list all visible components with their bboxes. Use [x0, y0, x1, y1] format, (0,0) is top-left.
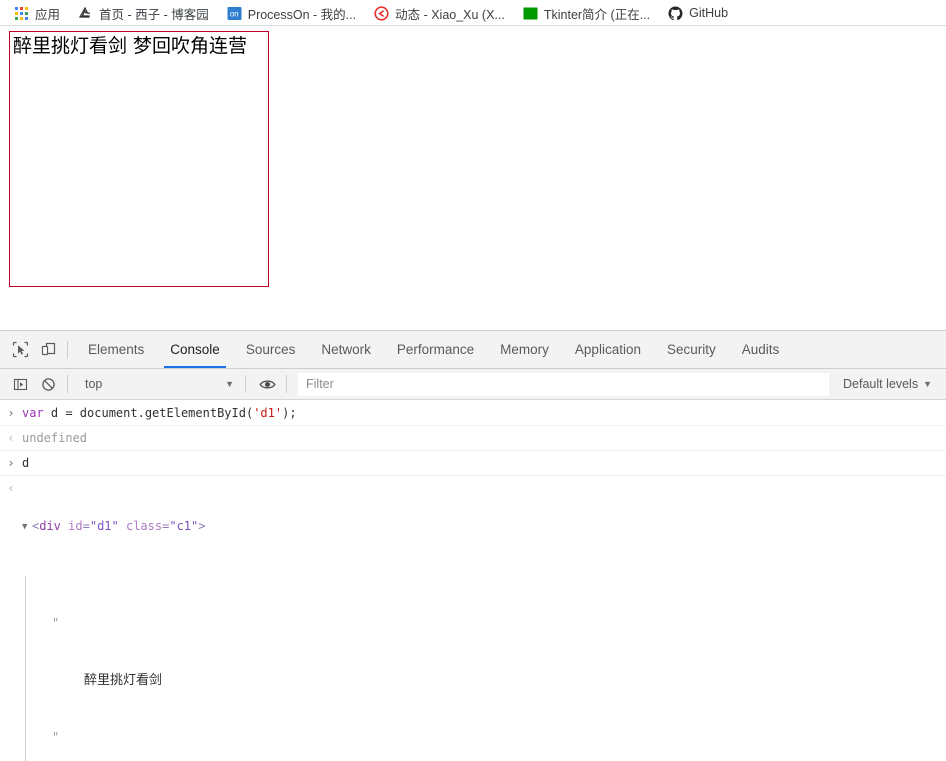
log-levels-value: Default levels [843, 377, 919, 391]
console-sidebar-icon[interactable] [6, 371, 34, 397]
value-undefined: undefined [22, 431, 88, 445]
code-token-string: 'd1' [253, 406, 283, 420]
tab-elements[interactable]: Elements [75, 331, 157, 368]
leetcode-icon [374, 5, 389, 21]
tab-application[interactable]: Application [562, 331, 654, 368]
demo-div-d1: 醉里挑灯看剑 梦回吹角连营 [9, 31, 269, 287]
dom-node-children: " 醉里挑灯看剑 " <span>梦回吹角连营</span> [25, 576, 936, 761]
tab-performance[interactable]: Performance [384, 331, 487, 368]
equals-1: = [82, 519, 90, 533]
console-toolbar-divider-3 [286, 375, 287, 393]
code-token-plain: ); [282, 406, 297, 420]
toolbar-divider [67, 340, 68, 359]
bookmark-github[interactable]: GitHub [660, 2, 736, 24]
apps-grid-icon [14, 6, 29, 21]
console-message-node: ‹ ▼<div id="d1" class="c1"> " 醉里挑灯看剑 " <… [0, 476, 946, 761]
devtools-panel: Elements Console Sources Network Perform… [0, 330, 946, 761]
console-toolbar-divider-1 [67, 375, 68, 393]
page-viewport: 醉里挑灯看剑 梦回吹角连营 [0, 26, 946, 330]
chevron-down-icon: ▼ [923, 378, 932, 389]
devtools-tabbar: Elements Console Sources Network Perform… [0, 331, 946, 369]
console-message-text: undefined [22, 429, 946, 447]
log-levels-selector[interactable]: Default levels ▼ [833, 374, 946, 395]
console-message-text: var d = document.getElementById('d1'); [22, 404, 946, 422]
bookmark-apps[interactable]: 应用 [6, 2, 68, 24]
dom-node-open-tag-line[interactable]: ▼ <div id="d1" class="c1"> [22, 517, 936, 538]
console-context-selector[interactable]: top ▼ [75, 374, 240, 395]
console-message-input: › var d = document.getElementById('d1'); [0, 401, 946, 426]
quote-mark: " [52, 616, 60, 630]
prompt-arrow-icon: › [7, 456, 15, 470]
console-toolbar-divider-2 [245, 375, 246, 393]
tab-audits[interactable]: Audits [729, 331, 793, 368]
live-expression-icon[interactable] [253, 371, 281, 397]
tab-console[interactable]: Console [157, 331, 233, 368]
code-token-keyword: var [22, 406, 51, 420]
demo-div-text-node: 醉里挑灯看剑 [13, 35, 128, 57]
clear-console-icon[interactable] [34, 371, 62, 397]
github-icon [668, 5, 683, 21]
space-2 [119, 519, 126, 533]
bookmark-leetcode[interactable]: 动态 - Xiao_Xu (X... [366, 2, 513, 24]
green-square-icon [523, 6, 538, 21]
bookmark-label: Tkinter简介 (正在... [543, 7, 651, 22]
console-context-value: top [85, 377, 103, 391]
bookmark-cnblogs[interactable]: 首页 - 西子 - 博客园 [70, 2, 217, 24]
cnblogs-icon [78, 6, 93, 21]
demo-div-span: 梦回吹角连营 [127, 35, 248, 57]
code-token-plain: d = document.getElementById( [50, 406, 254, 420]
tag-name: div [39, 519, 61, 533]
result-arrow-icon: ‹ [7, 431, 15, 445]
tab-sources[interactable]: Sources [233, 331, 309, 368]
bookmark-label: 首页 - 西子 - 博客园 [99, 7, 209, 22]
bookmark-label: ProcessOn - 我的... [247, 7, 357, 22]
bookmark-label: GitHub [689, 6, 729, 20]
bookmark-label: 动态 - Xiao_Xu (X... [395, 7, 505, 22]
tab-memory[interactable]: Memory [487, 331, 562, 368]
attr-value-id: "d1" [89, 519, 119, 533]
result-arrow-icon: ‹ [7, 481, 15, 495]
dom-text-node-quote-open: " [36, 614, 936, 633]
inspect-element-icon[interactable] [6, 337, 34, 363]
attr-value-class: "c1" [169, 519, 199, 533]
console-message-text: d [22, 454, 946, 472]
disclosure-triangle-icon[interactable]: ▼ [22, 518, 32, 537]
console-message-input: › d [0, 451, 946, 476]
tag-bracket-close: > [198, 519, 206, 533]
attr-name-id: id [68, 519, 83, 533]
text-node-content: 醉里挑灯看剑 [84, 673, 163, 688]
quote-mark: " [52, 730, 60, 744]
device-toolbar-icon[interactable] [34, 337, 62, 363]
console-message-output: ‹ undefined [0, 426, 946, 451]
dom-text-node-value: 醉里挑灯看剑 [36, 671, 936, 690]
console-toolbar: top ▼ Default levels ▼ [0, 369, 946, 400]
svg-text:on: on [229, 9, 238, 18]
dom-node-tree[interactable]: ▼<div id="d1" class="c1"> " 醉里挑灯看剑 " <sp… [22, 479, 946, 761]
prompt-arrow-icon: › [7, 406, 15, 420]
code-token-plain: d [22, 456, 30, 470]
bookmark-processon[interactable]: on ProcessOn - 我的... [219, 2, 364, 24]
processon-icon: on [227, 6, 242, 21]
tab-network[interactable]: Network [308, 331, 384, 368]
filter-input[interactable] [298, 372, 830, 396]
attr-name-class: class [125, 519, 163, 533]
browser-window: 应用 首页 - 西子 - 博客园 on ProcessOn - 我的... 动态… [0, 0, 946, 761]
chevron-down-icon: ▼ [225, 378, 234, 389]
console-message-list[interactable]: › var d = document.getElementById('d1');… [0, 401, 946, 761]
bookmarks-bar: 应用 首页 - 西子 - 博客园 on ProcessOn - 我的... 动态… [0, 0, 946, 26]
bookmark-label: 应用 [35, 7, 61, 22]
tab-security[interactable]: Security [654, 331, 729, 368]
bookmark-tkinter[interactable]: Tkinter简介 (正在... [515, 2, 658, 24]
dom-text-node-quote-close: " [36, 728, 936, 747]
